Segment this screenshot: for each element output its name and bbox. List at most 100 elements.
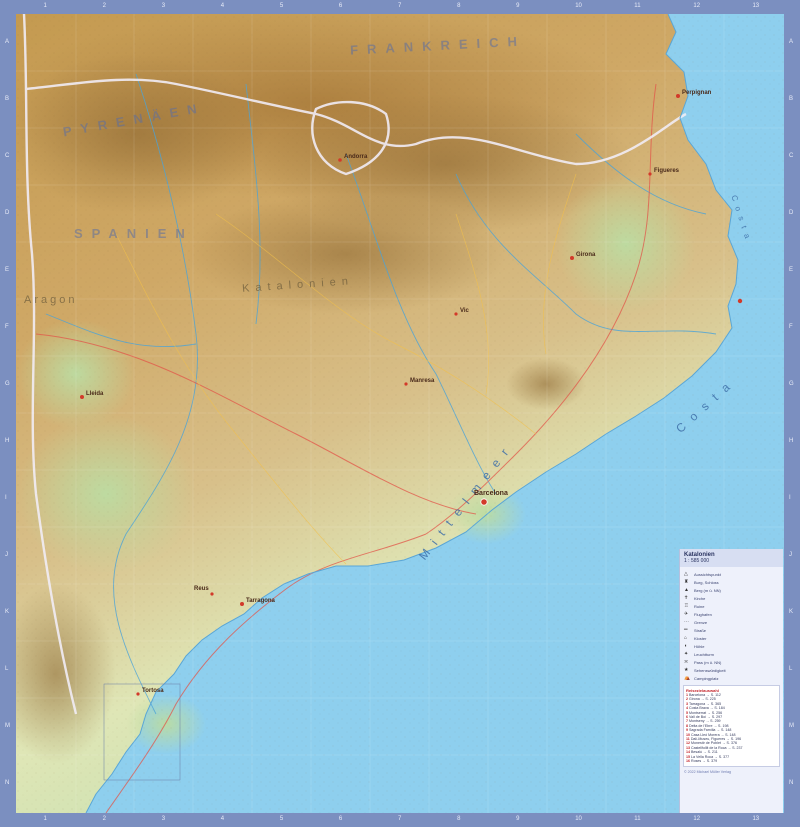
destination-text: Casa Lleó Morera → S. 148: [691, 732, 736, 737]
grid-col-label-top: 5: [279, 3, 284, 9]
legend-item-label: Pass (m ü. NN): [694, 659, 722, 665]
grid-col-label-bottom: 9: [516, 816, 520, 822]
grid-row-label-left: B: [5, 95, 10, 102]
grid-col-label-bottom: 2: [102, 816, 106, 822]
destination-number: 3: [686, 701, 688, 706]
legend-item: ◖ Höhle: [680, 642, 783, 650]
legend-item: ⋯ Grenze: [680, 618, 783, 626]
destination-number: 4: [686, 706, 688, 711]
legend-item-label: Berg (m ü. NN): [694, 587, 721, 593]
relief-map: [16, 14, 784, 813]
destination-number: 11: [686, 737, 690, 742]
barcelona-marker: [480, 498, 488, 506]
label-vic: Vic: [460, 308, 469, 314]
label-figueres: Figueres: [654, 168, 680, 174]
label-perpignan: Perpignan: [682, 90, 712, 96]
grid-row-label-right: M: [789, 723, 794, 730]
grid-row-label-left: F: [5, 323, 9, 330]
grid-col-label-bottom: 12: [693, 816, 701, 822]
lleida-marker: [80, 395, 84, 399]
legend-item: ═ Straße: [680, 626, 783, 634]
legend-item-label: Leuchtturm: [694, 651, 715, 657]
grid-row-label-right: J: [789, 552, 792, 559]
grid-row-label-left: J: [5, 552, 8, 559]
legend-item-label: Flughafen: [694, 611, 712, 617]
legend-item-label: Burg, Schloss: [694, 579, 719, 585]
destination-number: 2: [686, 697, 688, 702]
camping-icon: ⛺: [684, 675, 691, 681]
manresa-marker: [404, 382, 408, 386]
label-manresa: Manresa: [410, 378, 435, 384]
grid-col-label-bottom: 1: [43, 816, 47, 822]
grid-col-label-top: 9: [516, 3, 520, 9]
monastery-icon: ⌂: [684, 635, 688, 641]
grid-row-label-left: N: [5, 780, 10, 787]
grid-col-label-top: 4: [220, 3, 225, 9]
border-icon: ⋯: [684, 619, 689, 625]
grid-row-label-left: A: [5, 38, 10, 45]
grid-col-label-top: 6: [338, 3, 343, 9]
grid-row-label-left: H: [5, 438, 10, 445]
road-icon: ═: [684, 627, 688, 633]
grid-row-label-left: K: [5, 609, 10, 616]
grid-row-label-left: G: [5, 380, 10, 387]
grid-col-label-top: 12: [693, 3, 701, 9]
grid-col-label-bottom: 8: [457, 816, 461, 822]
grid-col-label-top: 8: [457, 3, 461, 9]
legend-item-label: Kirche: [694, 595, 706, 601]
legend-scale: 1 : 585 000: [684, 558, 710, 564]
grid-col-label-top: 7: [398, 3, 402, 9]
legend-item: ♜ Burg, Schloss: [680, 578, 783, 586]
lighthouse-icon: ✦: [684, 651, 689, 657]
legend-footer: © 2022 Michael Müller Verlag: [684, 769, 731, 774]
destination-number: 16: [686, 759, 690, 764]
destination-text: Dalí-Museu, Figueres → S. 196: [690, 737, 742, 742]
vic-marker: [454, 312, 458, 316]
destination-text: Montserrat → S. 256: [689, 710, 723, 715]
grid-col-label-top: 3: [161, 3, 166, 9]
grid-col-label-bottom: 10: [575, 816, 582, 822]
grid-row-label-right: F: [789, 323, 793, 330]
sight-icon: ★: [684, 667, 689, 673]
destination-text: Besalú → S. 211: [691, 750, 718, 755]
grid-col-label-bottom: 4: [220, 816, 225, 822]
legend-item: ▲ Berg (m ü. NN): [680, 586, 783, 594]
legend-item-label: Höhle: [694, 643, 705, 649]
legend-item-label: Campingplatz: [694, 675, 719, 681]
destination-number: 14: [686, 750, 690, 755]
grid-row-label-right: H: [789, 438, 794, 445]
grid-col-label-top: 2: [102, 3, 106, 9]
grid-row-label-right: I: [789, 495, 791, 502]
legend-item-label: Sehenswürdigkeit: [694, 667, 726, 673]
destination-text: La Vella Roca → S. 377: [691, 754, 730, 759]
legend-item: ⛺ Campingplatz: [680, 674, 783, 682]
grid-row-label-left: E: [5, 266, 10, 273]
map-canvas[interactable]: FRANKREICH PYRENÄEN SPANIEN Aragon Katal…: [16, 14, 784, 813]
grid-col-label-bottom: 6: [338, 816, 343, 822]
grid-row-label-left: D: [5, 209, 10, 216]
grid-col-label-top: 10: [575, 3, 582, 9]
grid-row-label-right: G: [789, 380, 794, 387]
legend-item-label: Grenze: [694, 619, 708, 625]
legend-header: Katalonien 1 : 585 000: [680, 549, 783, 567]
label-aragon: Aragon: [24, 294, 78, 306]
destination-number: 5: [686, 710, 688, 715]
legend-item-label: Kloster: [694, 635, 707, 641]
legend-item: ✦ Leuchtturm: [680, 650, 783, 658]
destination-text: Barcelona → S. 112: [689, 693, 721, 697]
legend-item: ✝ Kirche: [680, 594, 783, 602]
label-reus: Reus: [194, 586, 209, 592]
grid-col-label-top: 11: [634, 3, 641, 9]
figueres-marker: [648, 172, 652, 176]
legend-item-label: Ruine: [694, 603, 705, 609]
grid-row-label-right: A: [789, 38, 794, 45]
grid-row-label-right: E: [789, 266, 794, 273]
grid-col-label-bottom: 5: [279, 816, 284, 822]
grid-row-label-left: I: [5, 495, 7, 502]
destination-text: Castellfollit de la Roca → S. 237: [691, 745, 743, 750]
andorra-marker: [338, 158, 342, 162]
destination-text: Tarragona → S. 365: [688, 701, 722, 706]
legend-item-label: Straße: [694, 627, 707, 633]
castle-icon: ♜: [684, 579, 689, 585]
destination-number: 9: [686, 728, 688, 733]
